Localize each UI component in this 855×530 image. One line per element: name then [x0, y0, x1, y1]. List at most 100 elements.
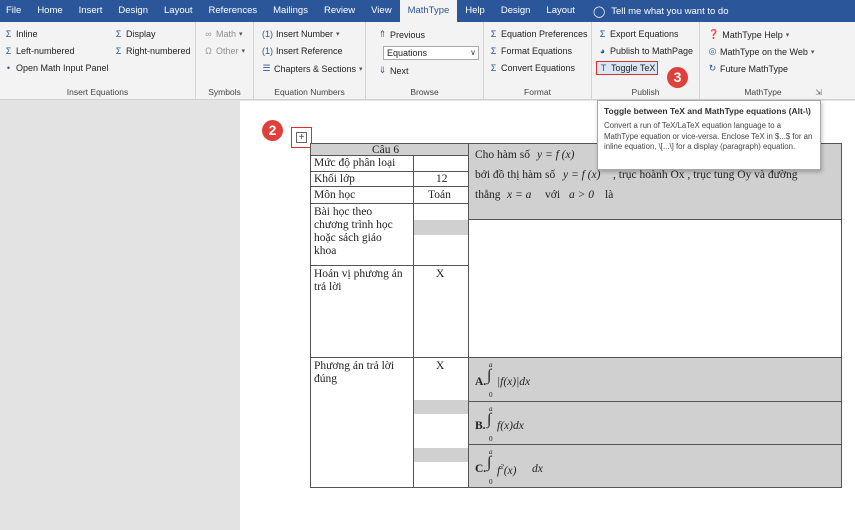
tab-layout[interactable]: Layout: [156, 0, 201, 22]
sigma-left-icon: Σ: [5, 46, 12, 56]
gray-band: [414, 400, 468, 414]
insert-reference-button[interactable]: (1) Insert Reference: [262, 46, 343, 56]
question-blank-cell: [468, 219, 842, 358]
eq-x-a: x = a: [507, 189, 532, 201]
help-icon: ❓: [708, 29, 720, 39]
group-label-format: Format: [524, 87, 551, 97]
export-equations-button[interactable]: Σ Export Equations: [598, 29, 679, 39]
number-icon: (1): [262, 29, 273, 39]
group-label-publish: Publish: [631, 87, 660, 97]
chevron-down-icon: ▾: [359, 65, 363, 73]
group-label-insert-equations: Insert Equations: [66, 87, 129, 97]
group-publish: Σ Export Equations ◕ Publish to MathPage T…: [592, 22, 700, 100]
lightbulb-icon: ◯: [592, 5, 606, 18]
tab-table-layout[interactable]: Layout: [538, 0, 583, 22]
sigma-display-icon: Σ: [115, 29, 122, 39]
next-button[interactable]: ⇓ Next: [378, 65, 409, 76]
group-label-browse: Browse: [410, 87, 439, 97]
row-shuffle-label: Hoán vị phương án trả lời: [310, 265, 414, 358]
group-label-symbols: Symbols: [208, 87, 241, 97]
group-browse: ⇑ Previous Equations ∨ ⇓ Next Browse: [366, 22, 484, 100]
dialog-launcher-icon[interactable]: ⇲: [815, 88, 822, 97]
convert-equations-button[interactable]: Σ Convert Equations: [489, 63, 575, 73]
answer-c-cell: C. a ∫ 0 f2(x) dx: [468, 444, 842, 488]
globe-icon: ◕: [599, 46, 606, 56]
row-level-label: Mức độ phân loại: [310, 155, 414, 172]
step-badge-2: 2: [262, 120, 283, 141]
row-correct-label: Phương án trả lời đúng: [310, 357, 414, 488]
sigma-right-icon: Σ: [115, 46, 122, 56]
tab-view[interactable]: View: [363, 0, 399, 22]
previous-button[interactable]: ⇑ Previous: [378, 29, 425, 40]
tab-file[interactable]: File: [0, 0, 29, 22]
lower-limit: 0: [489, 391, 493, 399]
future-mathtype-button[interactable]: ↻ Future MathType: [708, 63, 788, 74]
eq-y-fx: y = f (x): [537, 149, 575, 161]
format-equations-button[interactable]: Σ Format Equations: [489, 46, 572, 56]
gray-band: [414, 448, 468, 462]
equation-preferences-button[interactable]: Σ Equation Preferences: [489, 29, 588, 39]
preferences-icon: Σ: [490, 29, 497, 39]
other-symbols-button[interactable]: Ω Other ▾: [204, 46, 245, 56]
gray-band: [414, 220, 468, 235]
export-icon: Σ: [599, 29, 606, 39]
tex-icon: T: [600, 63, 607, 73]
left-numbered-button[interactable]: Σ Left-numbered: [4, 46, 75, 56]
tab-mailings[interactable]: Mailings: [265, 0, 316, 22]
inline-button[interactable]: Σ Inline: [4, 29, 38, 39]
panel-icon: •: [6, 63, 11, 73]
tab-references[interactable]: References: [201, 0, 266, 22]
convert-icon: Σ: [490, 63, 497, 73]
step-badge-3: 3: [667, 67, 688, 88]
question-table: Câu 6 Mức độ phân loại Khối lớp 12 Môn h…: [310, 143, 842, 488]
tab-review[interactable]: Review: [316, 0, 363, 22]
tooltip-title: Toggle between TeX and MathType equation…: [604, 106, 811, 116]
insert-number-button[interactable]: (1) Insert Number ▾: [262, 29, 340, 39]
row-shuffle-value: X: [413, 265, 469, 358]
row-grade-label: Khối lớp: [310, 171, 414, 187]
eq-a-gt-0: a > 0: [569, 189, 595, 201]
arrow-down-icon: ⇓: [378, 65, 387, 75]
tell-me-label: Tell me what you want to do: [611, 5, 729, 17]
tab-help[interactable]: Help: [457, 0, 493, 22]
math-symbols-button[interactable]: ∞ Math ▾: [204, 29, 243, 39]
row-lesson-value: [413, 203, 469, 266]
integral-icon: ∫: [487, 411, 492, 428]
future-icon: ↻: [708, 63, 717, 73]
web-icon: ◎: [708, 46, 717, 56]
row-lesson-label: Bài học theo chương trình học hoặc sách …: [310, 203, 414, 266]
chevron-down-icon: ▾: [810, 48, 815, 56]
chevron-down-icon: ▾: [336, 31, 340, 38]
right-numbered-button[interactable]: Σ Right-numbered: [114, 46, 191, 56]
tab-table-design[interactable]: Design: [493, 0, 539, 22]
tab-mathtype[interactable]: MathType: [399, 0, 458, 22]
chapters-sections-button[interactable]: ☰ Chapters & Sections ▾: [262, 63, 363, 74]
chevron-down-icon: ▾: [239, 31, 243, 38]
lower-limit: 0: [489, 478, 493, 486]
row-correct-value: X: [413, 357, 469, 488]
group-label-equation-numbers: Equation Numbers: [274, 87, 345, 97]
chevron-down-icon: ▾: [241, 48, 246, 55]
group-insert-equations: Σ Inline Σ Display Σ Left-numbered Σ Right-n…: [0, 22, 196, 100]
answer-a-cell: A. a ∫ 0 |f(x)|dx: [468, 357, 842, 402]
tab-home[interactable]: Home: [29, 0, 70, 22]
mathtype-on-web-button[interactable]: ◎ MathType on the Web ▾: [708, 46, 815, 57]
table-move-handle-icon[interactable]: +: [296, 132, 307, 143]
infinity-icon: ∞: [205, 29, 212, 39]
tell-me-search[interactable]: ◯ Tell me what you want to do: [593, 5, 729, 18]
publish-to-mathpage-button[interactable]: ◕ Publish to MathPage: [598, 46, 693, 56]
mathtype-help-button[interactable]: ❓ MathType Help ▾: [708, 29, 789, 40]
arrow-up-icon: ⇑: [378, 29, 387, 39]
eq-y-fx-2: y = f (x): [563, 169, 601, 181]
open-math-input-panel-button[interactable]: • Open Math Input Panel: [4, 63, 109, 73]
display-button[interactable]: Σ Display: [114, 29, 156, 39]
browse-type-select[interactable]: Equations ∨: [383, 46, 479, 60]
tab-design[interactable]: Design: [110, 0, 156, 22]
sigma-icon: Σ: [5, 29, 12, 39]
eq-f-squared: f2(x): [497, 463, 517, 477]
group-equation-numbers: (1) Insert Number ▾ (1) Insert Reference ☰ C…: [254, 22, 366, 100]
toggle-tex-button[interactable]: T Toggle TeX: [596, 61, 659, 75]
tab-insert[interactable]: Insert: [71, 0, 111, 22]
row-subject-value: Toán: [413, 186, 469, 204]
group-mathtype: ❓ MathType Help ▾ ◎ MathType on the Web ▾ ↻ F…: [700, 22, 826, 100]
